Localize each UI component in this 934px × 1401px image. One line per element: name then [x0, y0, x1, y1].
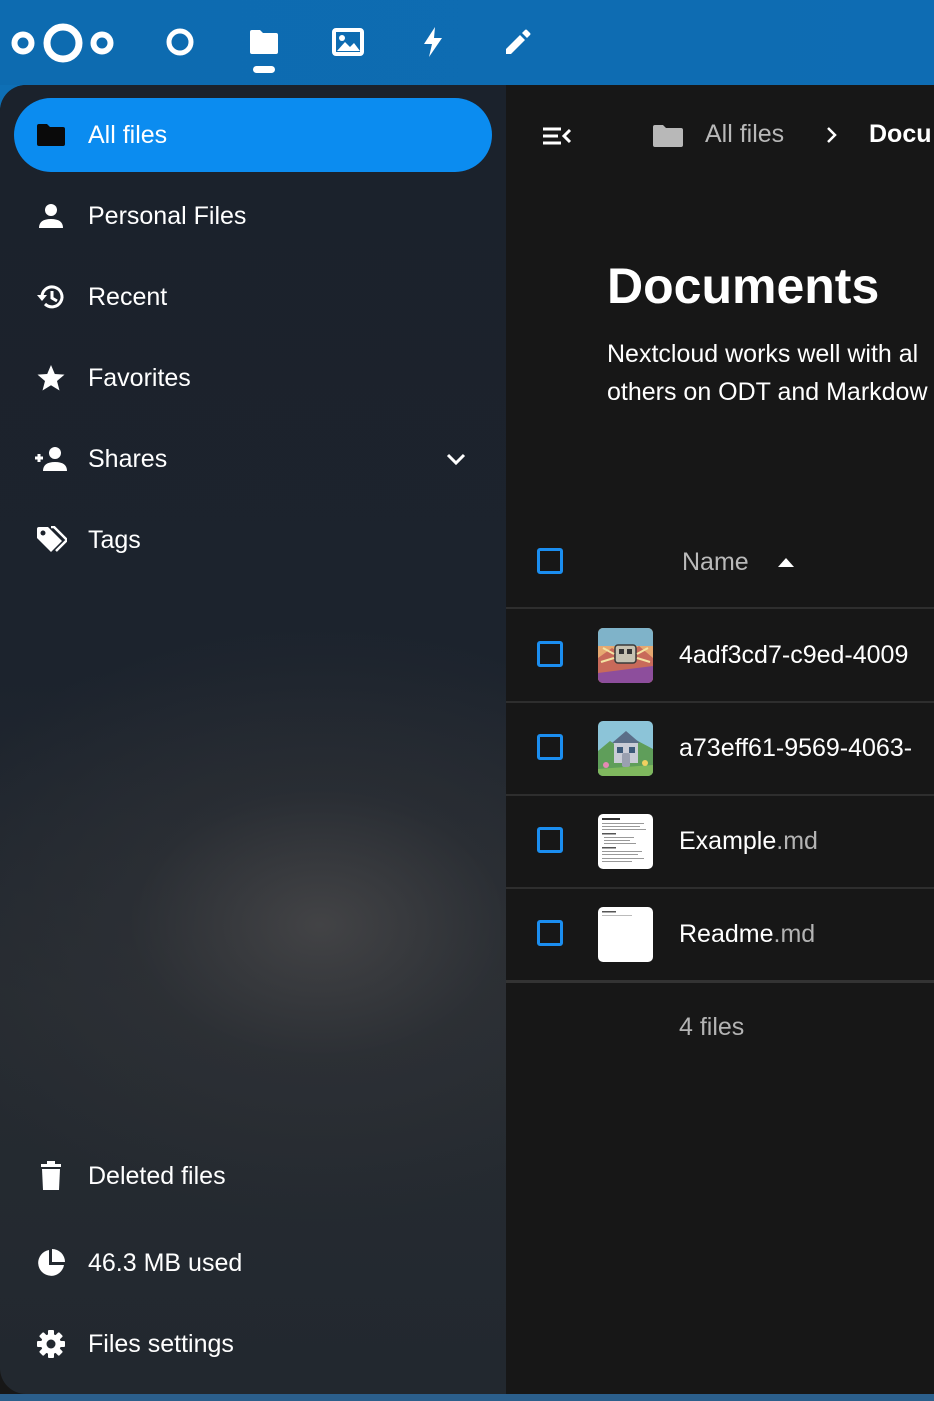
star-icon [34, 361, 68, 395]
file-extension: .md [773, 920, 816, 948]
activity-app-icon[interactable] [413, 22, 453, 62]
sidebar-item-personal-files[interactable]: Personal Files [14, 179, 492, 253]
file-basename: a73eff61-9569-4063- [679, 734, 913, 762]
sidebar-deleted-files[interactable]: Deleted files [14, 1139, 492, 1213]
file-name-link[interactable]: Readme.md [679, 920, 815, 949]
pie-chart-icon [34, 1246, 68, 1280]
file-name-link[interactable]: Example.md [679, 827, 818, 856]
gear-icon [34, 1327, 68, 1361]
folder-title: Documents [607, 258, 880, 314]
sidebar-item-favorites[interactable]: Favorites [14, 341, 492, 415]
app-shell: All files Personal Files Recent Favorite… [0, 85, 934, 1401]
dashboard-app-icon[interactable] [160, 22, 200, 62]
column-header-name[interactable]: Name [682, 548, 749, 577]
file-name-link[interactable]: 4adf3cd7-c9ed-4009 [679, 641, 908, 670]
notes-app-icon[interactable] [497, 22, 537, 62]
table-footer-divider [506, 980, 934, 983]
share-person-icon [34, 442, 68, 476]
sidebar-item-label: Recent [88, 282, 168, 311]
history-icon [34, 280, 68, 314]
file-thumbnail-robot-art[interactable] [598, 628, 653, 683]
sort-ascending-icon[interactable] [777, 556, 795, 568]
chevron-right-icon [827, 127, 837, 143]
tag-icon [34, 523, 68, 557]
breadcrumb-all-files[interactable]: All files [705, 120, 784, 149]
top-bar [0, 0, 934, 85]
files-main-content: All files Docu Documents Nextcloud works… [506, 85, 934, 1401]
file-thumbnail-document-page[interactable] [598, 814, 653, 869]
files-settings-label: Files settings [88, 1329, 234, 1358]
file-basename: 4adf3cd7-c9ed-4009 [679, 641, 909, 669]
row-divider [506, 701, 934, 703]
person-icon [34, 199, 68, 233]
breadcrumb-current[interactable]: Docu [869, 120, 932, 149]
file-extension: .md [776, 827, 818, 855]
sidebar-item-tags[interactable]: Tags [14, 503, 492, 577]
quota-label: 46.3 MB used [88, 1248, 243, 1277]
file-thumbnail-house-art[interactable] [598, 721, 653, 776]
files-count-summary: 4 files [679, 1013, 745, 1041]
folder-icon [34, 118, 68, 152]
sidebar-item-label: Personal Files [88, 201, 247, 230]
sidebar-item-shares[interactable]: Shares [14, 422, 492, 496]
sidebar-item-label: All files [88, 120, 168, 149]
files-navigation-sidebar: All files Personal Files Recent Favorite… [0, 85, 506, 1394]
file-thumbnail-blank-page[interactable] [598, 907, 653, 962]
sidebar-files-settings[interactable]: Files settings [14, 1307, 492, 1381]
chevron-down-icon[interactable] [442, 445, 470, 473]
nextcloud-logo[interactable] [10, 18, 116, 68]
row-checkbox[interactable] [537, 827, 563, 853]
select-all-checkbox[interactable] [537, 548, 563, 574]
bottom-edge [0, 1394, 934, 1401]
breadcrumb-folder-icon [653, 125, 683, 147]
folder-description-line: others on ODT and Markdow [607, 378, 928, 406]
sidebar-item-label: Tags [88, 525, 141, 554]
sidebar-item-all-files[interactable]: All files [14, 98, 492, 172]
toggle-navigation-button[interactable] [536, 121, 576, 151]
active-app-indicator [253, 66, 275, 73]
folder-description: Nextcloud works well with al others on O… [607, 335, 928, 411]
sidebar-quota: 46.3 MB used [14, 1226, 492, 1300]
sidebar-item-label: Favorites [88, 363, 191, 392]
file-basename: Readme [679, 920, 774, 948]
trash-icon [34, 1159, 68, 1193]
sidebar-item-recent[interactable]: Recent [14, 260, 492, 334]
row-divider [506, 607, 934, 609]
row-divider [506, 887, 934, 889]
files-app-icon[interactable] [244, 22, 284, 62]
row-checkbox[interactable] [537, 734, 563, 760]
row-checkbox[interactable] [537, 641, 563, 667]
row-checkbox[interactable] [537, 920, 563, 946]
row-divider [506, 794, 934, 796]
photos-app-icon[interactable] [328, 22, 368, 62]
folder-description-line: Nextcloud works well with al [607, 340, 919, 368]
file-name-link[interactable]: a73eff61-9569-4063- [679, 734, 912, 763]
file-basename: Example [679, 827, 777, 855]
sidebar-item-label: Shares [88, 444, 168, 473]
deleted-files-label: Deleted files [88, 1161, 226, 1190]
